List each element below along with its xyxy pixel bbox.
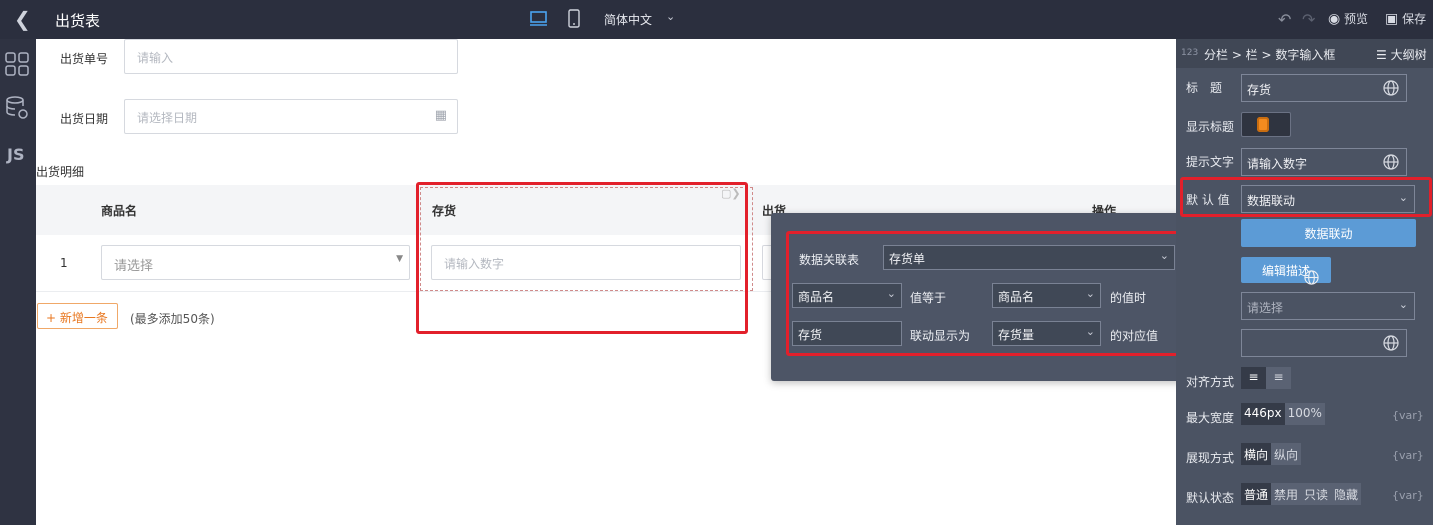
align-right-icon[interactable]: ≡ — [1266, 367, 1291, 389]
chevron-down-icon: ⌄ — [1398, 298, 1408, 311]
max-width-group: 446px 100% — [1241, 403, 1325, 425]
row-index: 1 — [60, 256, 68, 270]
display-mode-group: 横向 纵向 — [1241, 443, 1302, 465]
toggle-knob — [1257, 117, 1269, 132]
language-select[interactable]: 简体中文 — [604, 11, 652, 28]
title-prop-label: 标 题 — [1186, 81, 1223, 95]
hint-value: 请输入数字 — [1247, 157, 1308, 171]
save-button[interactable]: ▣ 保存 — [1385, 10, 1426, 27]
save-label: 保存 — [1402, 12, 1427, 26]
title-value: 存货 — [1247, 83, 1272, 97]
max-width-percent[interactable]: 100% — [1284, 403, 1325, 425]
components-grid-icon[interactable] — [4, 51, 30, 77]
option-select[interactable]: 请选择 ⌄ — [1241, 292, 1415, 320]
globe-icon[interactable] — [1383, 80, 1399, 96]
database-settings-icon[interactable] — [4, 95, 30, 121]
popup-highlight — [786, 231, 1192, 356]
left-rail: JS — [0, 39, 36, 525]
breadcrumb: 123 分栏 > 栏 > 数字输入框 ☰ 大纲树 — [1176, 39, 1433, 68]
state-readonly[interactable]: 只读 — [1301, 483, 1332, 505]
preview-label: 预览 — [1344, 12, 1369, 26]
align-label: 对齐方式 — [1186, 375, 1235, 389]
mobile-device-icon[interactable] — [567, 9, 581, 28]
property-panel: 123 分栏 > 栏 > 数字输入框 ☰ 大纲树 标 题 存货 显示标题 提示文… — [1176, 39, 1433, 525]
edit-description-label: 编辑描述 — [1261, 264, 1310, 278]
globe-icon[interactable] — [1304, 270, 1319, 285]
extra-text-input[interactable] — [1241, 329, 1407, 357]
number-type-icon: 123 — [1181, 48, 1199, 58]
display-vertical[interactable]: 纵向 — [1271, 443, 1302, 465]
var-tag[interactable]: {var} — [1392, 449, 1424, 462]
top-bar: ❮ 出货表 简体中文 ⌄ ↶ ↷ ◉ 预览 ▣ 保存 — [0, 0, 1433, 39]
outline-tree-button[interactable]: ☰ 大纲树 — [1376, 46, 1427, 63]
globe-icon[interactable] — [1383, 154, 1399, 170]
show-title-label: 显示标题 — [1186, 120, 1235, 134]
align-toggle: ≡ ≡ — [1241, 367, 1291, 389]
page-title: 出货表 — [55, 12, 101, 30]
display-mode-label: 展现方式 — [1186, 451, 1235, 465]
eye-icon: ◉ — [1328, 11, 1341, 27]
state-normal[interactable]: 普通 — [1241, 483, 1272, 505]
product-placeholder: 请选择 — [114, 259, 154, 274]
floppy-icon: ▣ — [1385, 11, 1399, 27]
max-width-px[interactable]: 446px — [1241, 403, 1285, 425]
max-width-label: 最大宽度 — [1186, 411, 1235, 425]
display-horizontal[interactable]: 横向 — [1241, 443, 1272, 465]
default-state-group: 普通 禁用 只读 隐藏 — [1241, 483, 1362, 505]
title-input[interactable]: 存货 — [1241, 74, 1407, 102]
breadcrumb-path[interactable]: 分栏 > 栏 > 数字输入框 — [1204, 46, 1335, 63]
add-row-button[interactable]: + 新增一条 — [37, 303, 118, 329]
align-left-icon[interactable]: ≡ — [1241, 367, 1266, 389]
product-select[interactable]: 请选择 ▼ — [101, 245, 410, 280]
hint-prop-label: 提示文字 — [1186, 155, 1235, 169]
calendar-icon: ▦ — [434, 108, 447, 123]
default-state-label: 默认状态 — [1186, 491, 1235, 505]
show-title-toggle[interactable] — [1241, 112, 1291, 137]
tree-icon: ☰ — [1376, 48, 1387, 62]
add-row-hint: (最多添加50条) — [130, 312, 215, 326]
state-disabled[interactable]: 禁用 — [1271, 483, 1302, 505]
preview-button[interactable]: ◉ 预览 — [1328, 10, 1368, 27]
detail-title: 出货明细 — [36, 165, 85, 179]
option-placeholder: 请选择 — [1247, 301, 1284, 315]
state-hidden[interactable]: 隐藏 — [1331, 483, 1362, 505]
header-product: 商品名 — [101, 204, 138, 218]
data-linkage-button[interactable]: 数据联动 — [1241, 219, 1416, 247]
hint-input[interactable]: 请输入数字 — [1241, 148, 1407, 176]
add-row-label: 新增一条 — [59, 311, 108, 325]
redo-icon[interactable]: ↷ — [1302, 10, 1315, 29]
desktop-device-icon[interactable] — [530, 10, 547, 27]
stock-column-highlight — [416, 182, 748, 334]
outline-label: 大纲树 — [1390, 48, 1427, 62]
caret-down-icon: ▼ — [396, 254, 403, 264]
var-tag[interactable]: {var} — [1392, 489, 1424, 502]
default-value-highlight — [1180, 177, 1432, 217]
chevron-down-icon[interactable]: ⌄ — [666, 10, 675, 23]
var-tag[interactable]: {var} — [1392, 409, 1424, 422]
order-no-label: 出货单号 — [60, 52, 109, 66]
date-placeholder: 请选择日期 — [137, 111, 198, 125]
globe-icon[interactable] — [1383, 335, 1399, 351]
js-icon[interactable]: JS — [7, 145, 24, 164]
undo-icon[interactable]: ↶ — [1278, 10, 1291, 29]
data-linkage-popup: ✕ 数据关联表 存货单 ⌄ 商品名 ⌄ 值等于 商品名 ⌄ 的值时 + 存货 联… — [771, 213, 1235, 381]
plus-icon: + — [46, 311, 57, 325]
order-no-input[interactable]: 请输入 — [124, 39, 458, 74]
date-picker[interactable]: 请选择日期 ▦ — [124, 99, 458, 134]
back-chevron-icon[interactable]: ❮ — [14, 7, 31, 31]
date-label: 出货日期 — [60, 112, 109, 126]
